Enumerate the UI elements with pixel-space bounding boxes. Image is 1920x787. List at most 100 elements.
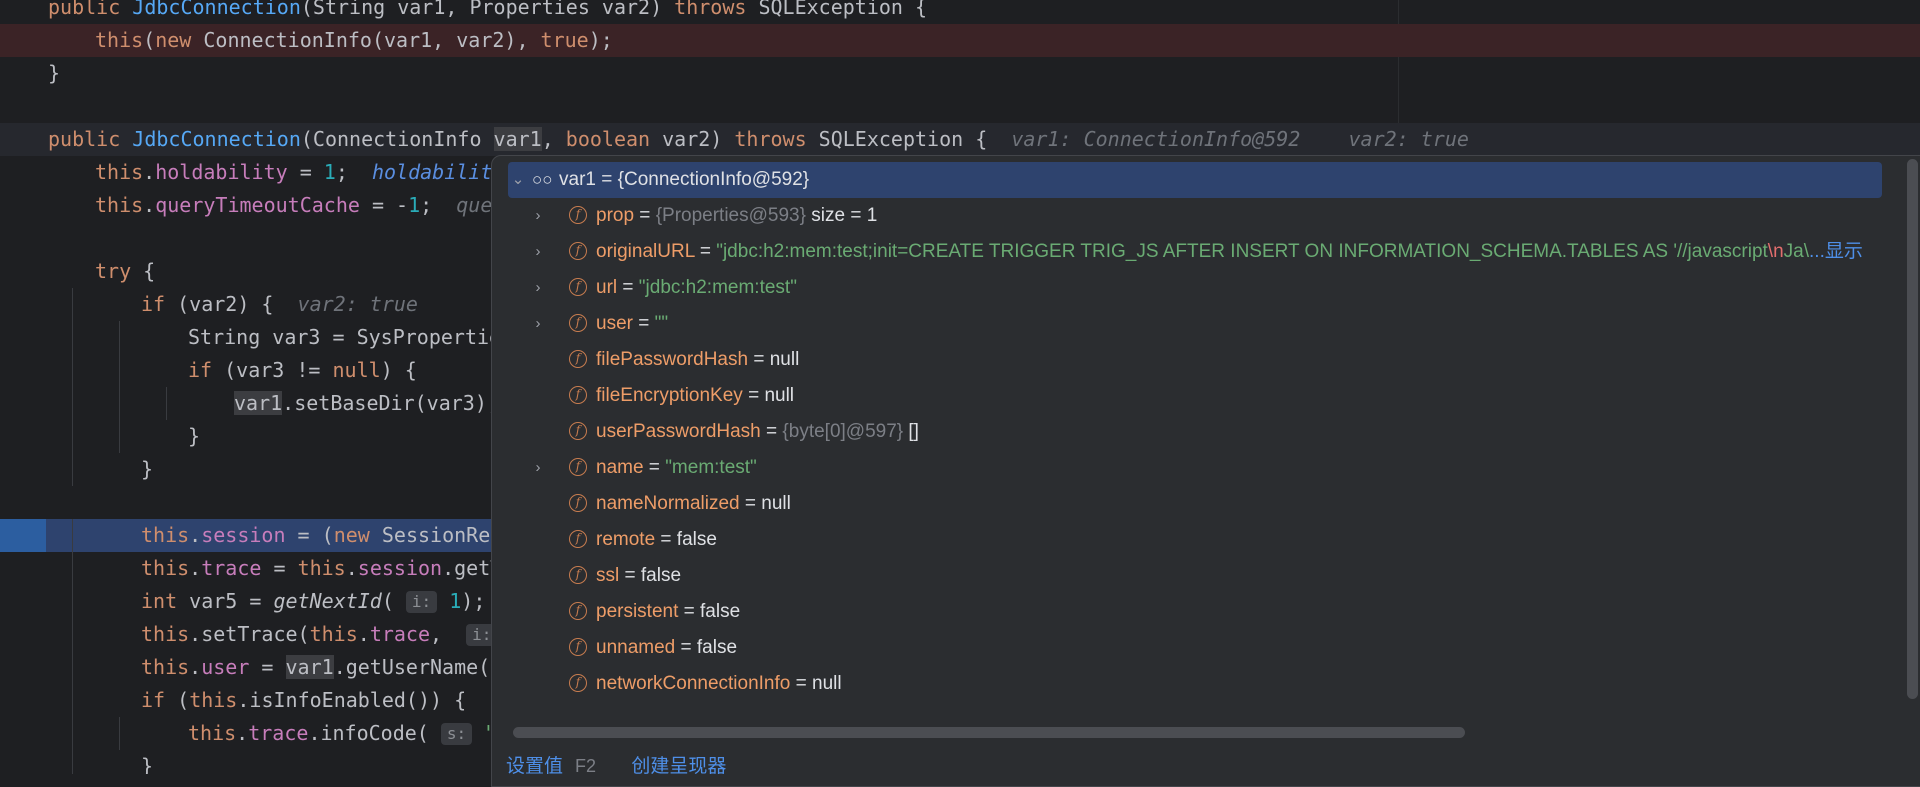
field-row-prop[interactable]: › f prop = {Properties@593} size = 1 [492, 198, 1920, 234]
vertical-scrollbar[interactable] [1907, 159, 1918, 699]
code-token: this [141, 556, 190, 580]
code-line[interactable]: public JdbcConnection(ConnectionInfo var… [0, 123, 1920, 156]
code-token: boolean [565, 127, 663, 151]
indent-guide [72, 585, 73, 618]
code-token: ConnectionInfo(var1, var2), [203, 28, 541, 52]
horizontal-scrollbar[interactable] [513, 727, 1465, 738]
indent-guide [72, 552, 73, 585]
chevron-right-icon[interactable]: › [530, 234, 546, 270]
indent-guide [119, 420, 120, 453]
code-token: 1 [323, 160, 336, 184]
code-token: 1 [408, 193, 421, 217]
code-token: var2) [662, 127, 735, 151]
indent-guide [72, 321, 73, 354]
indent-guide [72, 420, 73, 453]
indent-guide [166, 387, 167, 420]
field-icon: f [569, 674, 587, 692]
field-entry: filePasswordHash = null [596, 349, 800, 370]
code-token: getNextId [273, 589, 382, 613]
code-line[interactable]: public JdbcConnection(String var1, Prope… [0, 0, 1920, 24]
code-token: 1 [449, 589, 462, 613]
field-row-nameNormalized[interactable]: f nameNormalized = null [492, 486, 1920, 522]
code-token: SQLException { [806, 127, 1012, 151]
field-row-userPasswordHash[interactable]: f userPasswordHash = {byte[0]@597} [] [492, 414, 1920, 450]
field-row-name[interactable]: › f name = "mem:test" [492, 450, 1920, 486]
code-token: this [95, 160, 144, 184]
code-token: .infoCode( [308, 721, 441, 745]
indent-guide [72, 618, 73, 651]
debugger-value-popup[interactable]: ⌄ ○○ var1 = {ConnectionInfo@592} › f prop … [491, 155, 1920, 787]
code-token: . [345, 556, 358, 580]
field-entry: url = "jdbc:h2:mem:test" [596, 277, 797, 298]
indent-guide [72, 354, 73, 387]
code-token: } [188, 424, 201, 448]
field-value: "mem:test" [665, 457, 757, 478]
code-token: (ConnectionInfo [300, 127, 494, 151]
indent-guide [72, 387, 73, 420]
chevron-right-icon[interactable]: › [530, 270, 546, 306]
field-name: url [596, 277, 618, 298]
field-icon: f [569, 206, 587, 224]
field-row-fileEncryptionKey[interactable]: f fileEncryptionKey = null [492, 378, 1920, 414]
chevron-right-icon[interactable]: › [530, 198, 546, 234]
code-token: this [95, 193, 144, 217]
field-row-unnamed[interactable]: f unnamed = false [492, 630, 1920, 666]
field-value: Ja\ [1783, 241, 1810, 262]
field-entry: userPasswordHash = {byte[0]@597} [] [596, 421, 919, 442]
code-token: (String var1, Properties var2) [300, 0, 675, 19]
popup-footer: 设置值 F2 创建呈现器 [506, 751, 726, 781]
field-icon: f [569, 530, 587, 548]
code-token: var1 [285, 655, 334, 679]
code-line[interactable]: } [0, 57, 1920, 90]
code-text: try { [95, 255, 155, 288]
code-token: . [189, 556, 202, 580]
field-row-persistent[interactable]: f persistent = false [492, 594, 1920, 630]
field-name: userPasswordHash [596, 421, 761, 442]
code-token: true [540, 28, 589, 52]
field-value: null [769, 349, 800, 370]
code-token: session [201, 523, 286, 547]
field-row-url[interactable]: › f url = "jdbc:h2:mem:test" [492, 270, 1920, 306]
code-token: if [141, 292, 166, 316]
code-token: = [249, 655, 286, 679]
code-token: = ( [285, 523, 334, 547]
code-token: this [141, 655, 190, 679]
chevron-down-icon[interactable]: ⌄ [510, 162, 526, 198]
code-text: if (this.isInfoEnabled()) { [141, 684, 466, 717]
field-row-user[interactable]: › f user = "" [492, 306, 1920, 342]
chevron-right-icon[interactable]: › [530, 450, 546, 486]
field-row-networkConnectionInfo[interactable]: f networkConnectionInfo = null [492, 666, 1920, 702]
field-row-ssl[interactable]: f ssl = false [492, 558, 1920, 594]
code-token: . [143, 193, 156, 217]
indent-guide [72, 453, 73, 486]
code-token: . [357, 622, 370, 646]
indent-guide [72, 750, 73, 774]
field-value[interactable]: ...显示 [1809, 241, 1863, 262]
chevron-right-icon[interactable]: › [530, 306, 546, 342]
code-text: var1.setBaseDir(var3); [234, 387, 499, 420]
field-icon: f [569, 242, 587, 260]
code-token: ; [420, 193, 457, 217]
field-entry: fileEncryptionKey = null [596, 385, 795, 406]
code-token: , [430, 622, 467, 646]
code-token: try [95, 259, 132, 283]
field-icon: f [569, 350, 587, 368]
field-name: user [596, 313, 633, 334]
indent-guide [72, 651, 73, 684]
field-row-originalURL[interactable]: › f originalURL = "jdbc:h2:mem:test;init=C… [492, 234, 1920, 270]
code-token: public [48, 0, 133, 19]
field-row-remote[interactable]: f remote = false [492, 522, 1920, 558]
code-token: , [541, 127, 566, 151]
code-token: this [95, 28, 144, 52]
code-token: session [357, 556, 443, 580]
field-icon: f [569, 638, 587, 656]
field-row-filePasswordHash[interactable]: f filePasswordHash = null [492, 342, 1920, 378]
tree-root-row[interactable]: ⌄ ○○ var1 = {ConnectionInfo@592} [508, 162, 1882, 198]
field-name: filePasswordHash [596, 349, 749, 370]
code-token: } [48, 61, 61, 85]
code-token: var5 = [177, 589, 274, 613]
field-name: persistent [596, 601, 679, 622]
code-token: ( [165, 688, 190, 712]
field-value: false [700, 601, 741, 622]
code-line[interactable]: this(new ConnectionInfo(var1, var2), tru… [0, 24, 1920, 57]
